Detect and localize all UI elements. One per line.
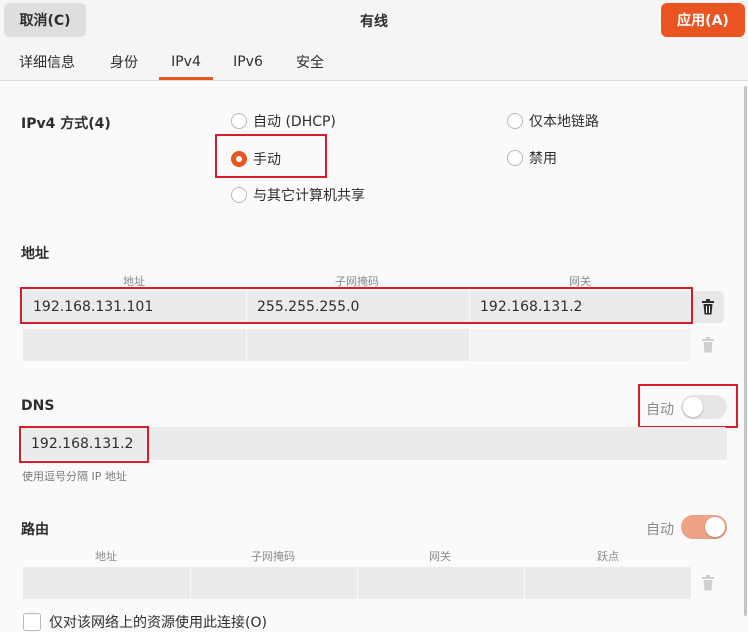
radio-label: 自动 (DHCP) — [253, 114, 336, 130]
delete-route-button-disabled — [692, 567, 724, 599]
col-header-route-address: 地址 — [95, 550, 117, 563]
only-local-resources-checkbox[interactable]: 仅对该网络上的资源使用此连接(O) — [23, 612, 267, 632]
radio-shared[interactable]: 与其它计算机共享 — [231, 185, 365, 205]
radio-indicator — [231, 187, 247, 203]
checkbox-box — [23, 613, 41, 631]
route-row — [23, 567, 691, 599]
scrollbar[interactable] — [744, 86, 747, 616]
address-input[interactable] — [23, 329, 246, 361]
tab-ipv4[interactable]: IPv4 — [159, 44, 213, 80]
dns-hint: 使用逗号分隔 IP 地址 — [22, 470, 127, 483]
routes-section-label: 路由 — [21, 522, 49, 538]
tab-identity[interactable]: 身份 — [100, 44, 148, 80]
route-metric-input[interactable] — [524, 567, 691, 599]
trash-icon — [702, 299, 714, 315]
delete-address-button-disabled — [692, 329, 724, 361]
routes-auto-toggle[interactable] — [681, 515, 727, 539]
dialog-title: 有线 — [360, 14, 388, 30]
radio-label: 仅本地链路 — [529, 114, 599, 130]
route-gateway-input[interactable] — [357, 567, 524, 599]
dialog-header: 取消(C) 有线 应用(A) 详细信息 身份 IPv4 IPv6 安全 — [0, 0, 748, 81]
address-section-label: 地址 — [21, 246, 49, 262]
apply-button[interactable]: 应用(A) — [661, 3, 745, 37]
toggle-knob — [705, 517, 725, 537]
routes-auto-label: 自动 — [646, 522, 674, 538]
radio-indicator — [507, 150, 523, 166]
radio-auto-dhcp[interactable]: 自动 (DHCP) — [231, 111, 336, 131]
route-netmask-input[interactable] — [190, 567, 357, 599]
ipv4-method-label: IPv4 方式(4) — [21, 116, 111, 132]
tab-ipv6[interactable]: IPv6 — [223, 44, 273, 80]
tab-security[interactable]: 安全 — [285, 44, 335, 80]
route-address-input[interactable] — [23, 567, 190, 599]
tab-details[interactable]: 详细信息 — [9, 44, 85, 80]
highlight-address-row — [20, 287, 693, 324]
trash-icon — [702, 337, 714, 353]
radio-label: 禁用 — [529, 151, 557, 167]
delete-address-button[interactable] — [692, 291, 724, 323]
highlight-dns-toggle — [638, 384, 738, 428]
radio-indicator — [231, 113, 247, 129]
netmask-input[interactable] — [246, 329, 469, 361]
highlight-dns-value — [19, 426, 149, 463]
checkbox-label: 仅对该网络上的资源使用此连接(O) — [49, 615, 267, 631]
col-header-route-netmask: 子网掩码 — [251, 550, 295, 563]
radio-indicator — [507, 113, 523, 129]
trash-icon — [702, 575, 714, 591]
col-header-route-metric: 跃点 — [597, 550, 619, 563]
highlight-manual — [215, 134, 327, 178]
radio-label: 与其它计算机共享 — [253, 188, 365, 204]
col-header-route-gateway: 网关 — [429, 550, 451, 563]
radio-disabled[interactable]: 禁用 — [507, 148, 557, 168]
radio-link-local[interactable]: 仅本地链路 — [507, 111, 599, 131]
address-row-empty — [23, 329, 691, 361]
gateway-input[interactable] — [469, 329, 691, 361]
dns-section-label: DNS — [21, 398, 55, 414]
